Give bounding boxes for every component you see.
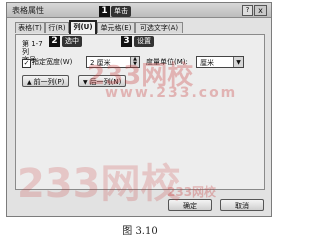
step-2-note: 选中 [62,36,82,47]
measure-unit-label: 度量单位(M): [146,58,188,66]
next-column-button[interactable]: ▼ 后一列(N) [78,75,127,87]
title-bar[interactable]: 表格属性 ? x [7,3,271,18]
specify-width-checkbox[interactable]: ✓ [22,59,31,68]
arrow-up-icon: ▲ [27,79,32,86]
step-3-note: 设置 [134,36,154,47]
chevron-down-icon: ▼ [233,57,243,67]
previous-column-button[interactable]: ▲ 前一列(P) [22,75,70,87]
column-panel: 第 1-7 列 字号 ✓ 指定宽度(W) 2 厘米 ▲▼ 度量单位(M): 厘米… [15,34,265,190]
column-width-value: 2 厘米 [90,59,111,67]
width-spinner[interactable]: ▲ ▼ [130,57,139,67]
step-1-marker: 1 [99,6,110,17]
specify-width-label: 指定宽度(W) [32,58,73,66]
tab-table[interactable]: 表格(T) [15,22,45,33]
close-button[interactable]: x [254,5,267,16]
column-range-text: 第 1-7 列 [22,40,43,56]
tab-alt-text[interactable]: 可选文字(A) [135,22,183,33]
tab-row[interactable]: 行(R) [45,22,69,33]
help-button[interactable]: ? [242,5,253,16]
measure-unit-value: 厘米 [200,59,214,67]
step-3-marker: 3 [121,36,132,47]
column-width-field[interactable]: 2 厘米 ▲ ▼ [86,56,140,68]
table-properties-dialog: 表格属性 ? x 表格(T) 行(R) 列(U) 单元格(E) 可选文字(A) … [6,2,272,217]
step-2-marker: 2 [49,36,60,47]
cancel-button[interactable]: 取消 [220,199,264,211]
figure-caption: 图 3.10 [122,226,158,237]
step-1-note: 单击 [111,6,131,17]
arrow-down-icon: ▼ [83,79,88,86]
next-column-label: 后一列(N) [89,78,122,86]
previous-column-label: 前一列(P) [33,78,65,86]
tab-column[interactable]: 列(U) [69,20,97,34]
dialog-title: 表格属性 [12,6,44,15]
tab-cell[interactable]: 单元格(E) [97,22,135,33]
ok-button[interactable]: 确定 [168,199,212,211]
tab-strip: 表格(T) 行(R) 列(U) 单元格(E) 可选文字(A) [15,20,265,34]
measure-unit-select[interactable]: 厘米 ▼ [196,56,244,68]
